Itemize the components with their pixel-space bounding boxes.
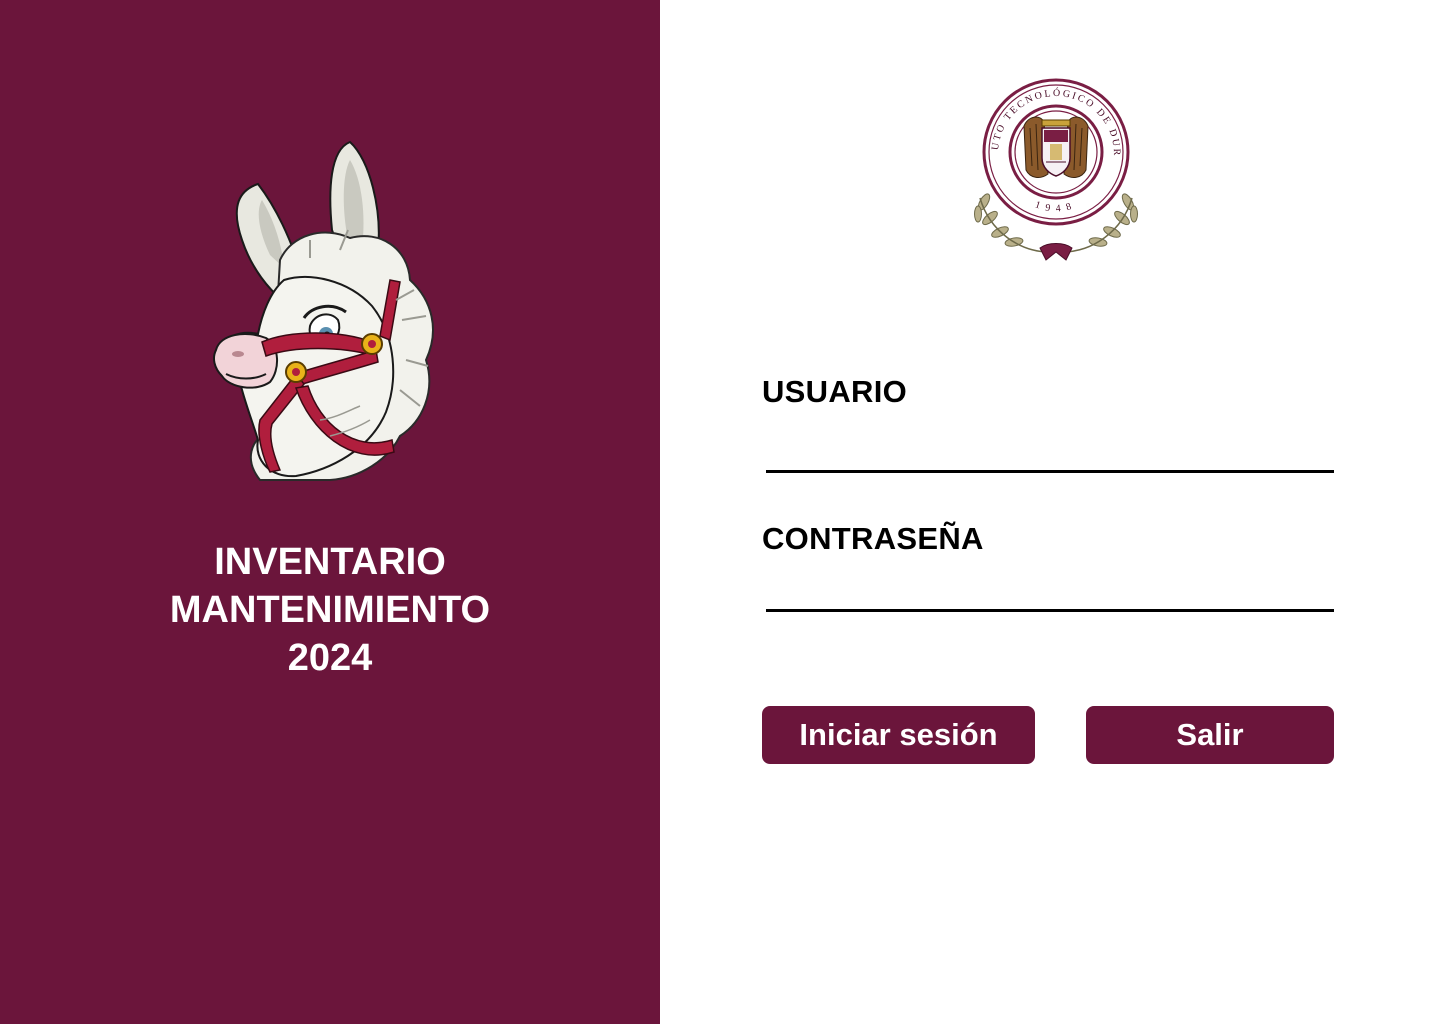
donkey-mascot-icon	[213, 140, 434, 481]
username-input[interactable]	[766, 433, 1334, 473]
password-input[interactable]	[766, 572, 1334, 612]
app-title-line-2: MANTENIMIENTO	[169, 589, 491, 631]
app-title-line-3: 2024	[287, 637, 373, 679]
institution-seal-icon: INSTITUTO TECNOLÓGICO DE DURANGO 1948	[970, 62, 1138, 261]
exit-button[interactable]: Salir	[1086, 706, 1334, 764]
password-label: CONTRASEÑA	[762, 521, 984, 556]
login-screen: INVENTARIO MANTENIMIENTO 2024 UTO TECNOL…	[0, 0, 1440, 1024]
login-button[interactable]: Iniciar sesión	[762, 706, 1035, 764]
app-title-line-1: INVENTARIO	[214, 541, 446, 583]
brand-panel: INVENTARIO MANTENIMIENTO 2024	[0, 0, 660, 1024]
app-title: INVENTARIO MANTENIMIENTO 2024	[0, 538, 660, 682]
login-panel: INSTITUTO TECNOLÓGICO DE DURANGO 1948 US…	[660, 0, 1440, 1024]
username-label: USUARIO	[762, 374, 908, 409]
